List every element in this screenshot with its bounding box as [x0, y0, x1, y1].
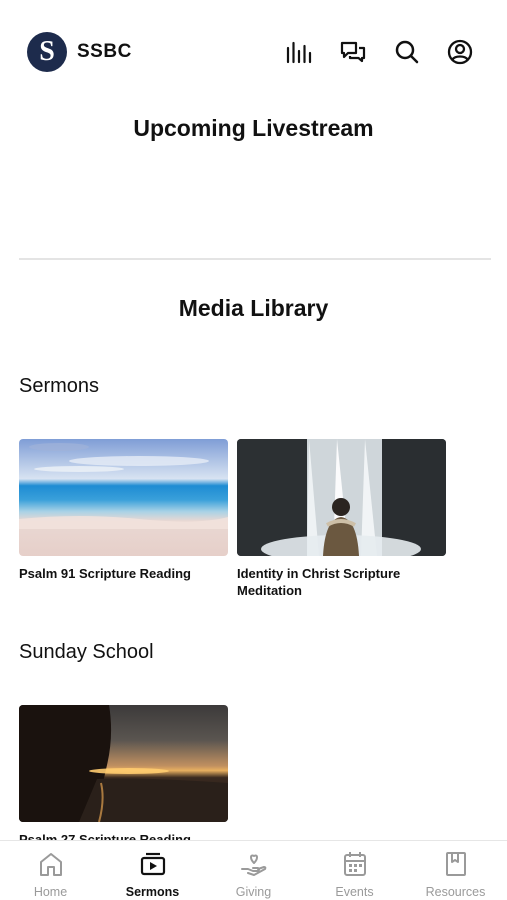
- tab-label: Sermons: [125, 885, 180, 899]
- tab-home[interactable]: Home: [0, 841, 101, 900]
- media-thumbnail[interactable]: [19, 439, 228, 556]
- chat-icon[interactable]: [338, 38, 368, 66]
- livestream-title: Upcoming Livestream: [133, 115, 374, 141]
- audio-bars-icon[interactable]: [284, 38, 314, 66]
- tab-sermons[interactable]: Sermons: [102, 841, 203, 900]
- category-title-sunday-school: Sunday School: [19, 641, 154, 663]
- media-card[interactable]: Psalm 27 Scripture Reading: [19, 705, 228, 848]
- video-play-icon: [139, 851, 167, 877]
- account-icon[interactable]: [445, 38, 475, 66]
- search-icon[interactable]: [392, 38, 422, 66]
- media-thumbnail[interactable]: [237, 439, 446, 556]
- tab-label: Home: [33, 885, 68, 899]
- app-header: S SSBC: [0, 0, 507, 100]
- category-title-sermons: Sermons: [19, 375, 100, 397]
- section-divider: [19, 258, 491, 260]
- brand-name: SSBC: [77, 41, 132, 62]
- tab-label: Resources: [425, 885, 486, 899]
- tab-label: Events: [335, 885, 374, 899]
- tab-resources[interactable]: Resources: [405, 841, 506, 900]
- tab-events[interactable]: Events: [304, 841, 405, 900]
- tab-giving[interactable]: Giving: [203, 841, 304, 900]
- church-logo[interactable]: S: [27, 32, 67, 72]
- bookmark-book-icon: [442, 851, 470, 877]
- logo-letter: S: [39, 36, 55, 67]
- bottom-tab-bar: Home Sermons Giving Events Resources: [0, 840, 507, 900]
- media-card[interactable]: Identity in Christ Scripture Meditation: [237, 439, 446, 599]
- home-icon: [37, 851, 65, 877]
- media-thumbnail[interactable]: [19, 705, 228, 822]
- media-title[interactable]: Identity in Christ Scripture Meditation: [237, 565, 446, 599]
- calendar-icon: [341, 851, 369, 877]
- media-card[interactable]: Psalm 91 Scripture Reading: [19, 439, 228, 582]
- media-library-title: Media Library: [178, 295, 329, 321]
- giving-hand-icon: [240, 851, 268, 877]
- tab-label: Giving: [235, 885, 272, 899]
- media-title[interactable]: Psalm 91 Scripture Reading: [19, 565, 228, 582]
